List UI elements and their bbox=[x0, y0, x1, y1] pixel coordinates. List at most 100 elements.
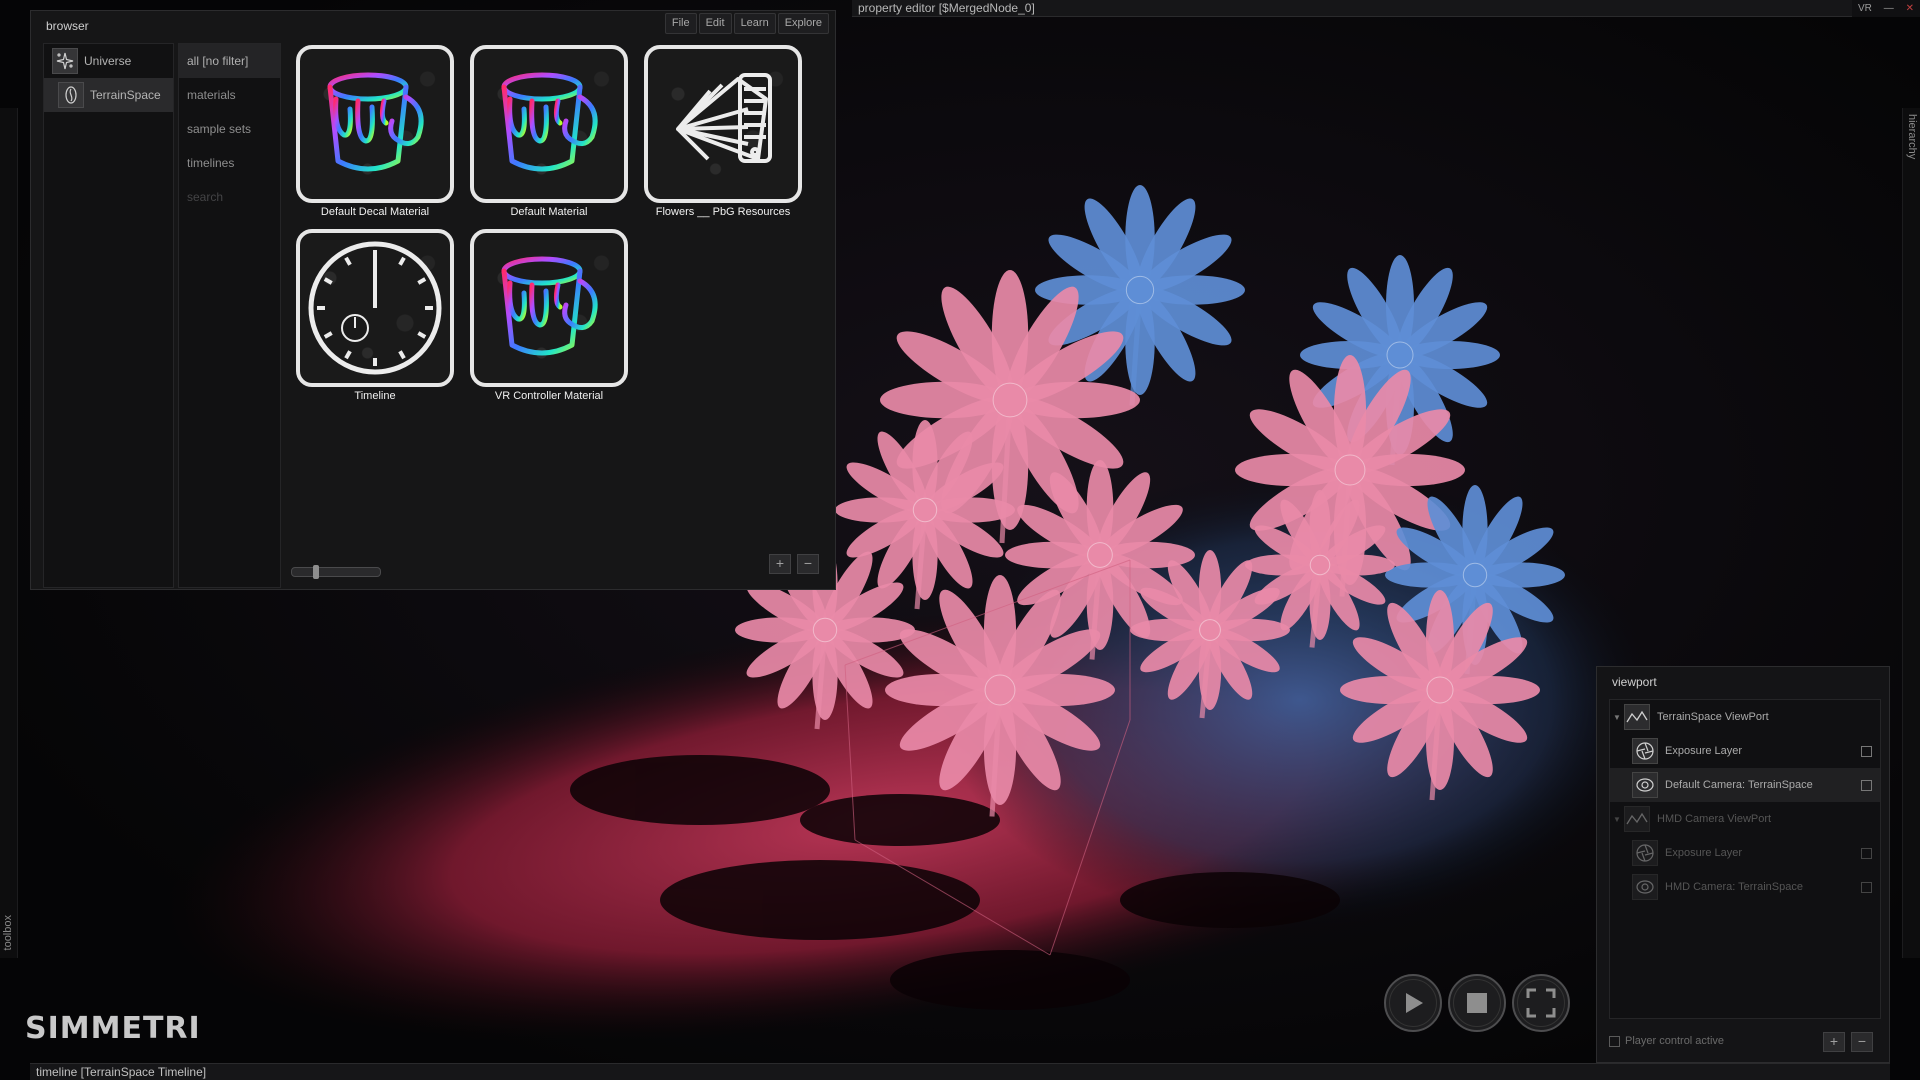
browser-panel: browser File Edit Learn Explore Universe… bbox=[30, 10, 836, 590]
visibility-toggle[interactable] bbox=[1861, 847, 1872, 859]
flower-shadow bbox=[890, 950, 1130, 1010]
menu-learn[interactable]: Learn bbox=[733, 13, 776, 34]
filter-sample-sets[interactable]: sample sets bbox=[179, 112, 280, 146]
stop-icon bbox=[1467, 993, 1487, 1013]
search-input[interactable]: search bbox=[179, 180, 280, 214]
filter-all[interactable]: all [no filter] bbox=[179, 44, 280, 78]
terrain-space-icon bbox=[58, 82, 84, 108]
play-button[interactable] bbox=[1384, 974, 1442, 1032]
flower-shadow bbox=[570, 755, 830, 825]
viewport-item-hmd-camera-viewport[interactable]: ▼ HMD Camera ViewPort bbox=[1610, 802, 1880, 836]
paint-bucket-icon bbox=[470, 45, 628, 203]
browser-title: browser bbox=[46, 19, 89, 33]
toolbox-label: toolbox bbox=[2, 914, 14, 950]
asset-label: Timeline bbox=[354, 390, 396, 402]
flower-shadow bbox=[660, 860, 980, 940]
viewport-remove-button[interactable]: − bbox=[1851, 1032, 1873, 1052]
asset-label: Default Material bbox=[510, 206, 588, 218]
paint-bucket-icon bbox=[470, 229, 628, 387]
clock-tick bbox=[344, 256, 352, 266]
asset-default-material[interactable]: Default Material bbox=[467, 45, 631, 229]
asset-flowers-pbg-resources[interactable]: Flowers __ PbG Resources bbox=[641, 45, 805, 229]
camera-icon bbox=[1632, 772, 1658, 798]
viewport-item-label: Exposure Layer bbox=[1665, 847, 1743, 859]
hierarchy-label: hierarchy bbox=[1906, 114, 1918, 160]
paint-bucket-icon bbox=[296, 45, 454, 203]
viewport-tree: ▼ TerrainSpace ViewPort Exposure Layer D… bbox=[1609, 699, 1881, 1019]
viewport-item-label: HMD Camera: TerrainSpace bbox=[1665, 881, 1803, 893]
asset-label: Flowers __ PbG Resources bbox=[655, 206, 791, 218]
clock-icon bbox=[296, 229, 454, 387]
asset-label: Default Decal Material bbox=[320, 206, 430, 218]
window-controls: VR — ✕ bbox=[1852, 0, 1920, 17]
play-icon bbox=[1406, 993, 1423, 1013]
universe-icon bbox=[52, 48, 78, 74]
filter-timelines[interactable]: timelines bbox=[179, 146, 280, 180]
viewport-item-hmd-exposure-layer[interactable]: Exposure Layer bbox=[1610, 836, 1880, 870]
menu-file[interactable]: File bbox=[664, 13, 697, 34]
property-editor-title: property editor [$MergedNode_0] bbox=[858, 1, 1035, 15]
viewport-item-terrainspace-viewport[interactable]: ▼ TerrainSpace ViewPort bbox=[1610, 700, 1880, 734]
expand-arrow-icon[interactable]: ▼ bbox=[1610, 815, 1624, 824]
asset-vr-controller-material[interactable]: VR Controller Material bbox=[467, 229, 631, 413]
visibility-toggle[interactable] bbox=[1861, 881, 1872, 893]
toolbox-strip[interactable]: toolbox bbox=[0, 108, 18, 958]
close-icon[interactable]: ✕ bbox=[1906, 3, 1914, 14]
aperture-icon bbox=[1632, 840, 1658, 866]
property-editor-bar[interactable]: property editor [$MergedNode_0] bbox=[852, 0, 1852, 17]
camera-icon bbox=[1632, 874, 1658, 900]
viewport-item-default-camera[interactable]: Default Camera: TerrainSpace bbox=[1610, 768, 1880, 802]
clock-tick bbox=[417, 331, 427, 339]
clock-tick bbox=[344, 350, 352, 360]
zoom-slider-knob[interactable] bbox=[312, 565, 319, 579]
timeline-bar[interactable]: timeline [TerrainSpace Timeline] bbox=[30, 1063, 1890, 1080]
flower-shadow bbox=[1120, 872, 1340, 928]
viewport-title: viewport bbox=[1612, 675, 1657, 689]
menu-edit[interactable]: Edit bbox=[698, 13, 732, 34]
viewport-item-label: Exposure Layer bbox=[1665, 745, 1743, 757]
swatch-fan-icon bbox=[644, 45, 802, 203]
clock-tick bbox=[398, 256, 406, 266]
viewport-icon bbox=[1624, 806, 1650, 832]
asset-default-decal-material[interactable]: Default Decal Material bbox=[293, 45, 457, 229]
space-item-universe[interactable]: Universe bbox=[44, 44, 173, 78]
simmetri-logo: SIMMETRI bbox=[25, 1011, 201, 1046]
viewport-item-exposure-layer[interactable]: Exposure Layer bbox=[1610, 734, 1880, 768]
aperture-icon bbox=[1632, 738, 1658, 764]
visibility-toggle[interactable] bbox=[1861, 779, 1872, 791]
player-control-checkbox[interactable]: Player control active bbox=[1609, 1035, 1724, 1047]
remove-button[interactable]: − bbox=[797, 554, 819, 574]
minimize-icon[interactable]: — bbox=[1884, 3, 1894, 14]
menu-explore[interactable]: Explore bbox=[777, 13, 829, 34]
stop-button[interactable] bbox=[1448, 974, 1506, 1032]
visibility-toggle[interactable] bbox=[1861, 745, 1872, 757]
asset-timeline[interactable]: Timeline bbox=[293, 229, 457, 413]
flower-shadow bbox=[800, 794, 1000, 846]
checkbox-icon bbox=[1609, 1035, 1620, 1047]
clock-tick bbox=[417, 277, 427, 285]
hierarchy-strip[interactable]: hierarchy bbox=[1902, 108, 1920, 958]
viewport-item-hmd-camera[interactable]: HMD Camera: TerrainSpace bbox=[1610, 870, 1880, 904]
add-button[interactable]: + bbox=[769, 554, 791, 574]
asset-grid: Default Decal Material Default Material bbox=[293, 45, 833, 415]
viewport-add-button[interactable]: + bbox=[1823, 1032, 1845, 1052]
vr-button[interactable]: VR bbox=[1858, 3, 1872, 14]
viewport-icon bbox=[1624, 704, 1650, 730]
zoom-slider[interactable] bbox=[291, 565, 381, 579]
viewport-panel: viewport ▼ TerrainSpace ViewPort Exposur… bbox=[1596, 666, 1890, 1063]
clock-tick bbox=[398, 350, 406, 360]
player-control-label: Player control active bbox=[1625, 1035, 1725, 1047]
space-list: Universe TerrainSpace bbox=[43, 43, 174, 588]
fullscreen-button[interactable] bbox=[1512, 974, 1570, 1032]
expand-arrow-icon[interactable]: ▼ bbox=[1610, 713, 1624, 722]
viewport-item-label: HMD Camera ViewPort bbox=[1657, 813, 1772, 825]
browser-menu: File Edit Learn Explore bbox=[664, 13, 829, 34]
space-item-label: Universe bbox=[84, 54, 132, 68]
clock-tick bbox=[323, 331, 333, 339]
clock-tick bbox=[323, 277, 333, 285]
filter-materials[interactable]: materials bbox=[179, 78, 280, 112]
space-item-terrainspace[interactable]: TerrainSpace bbox=[44, 78, 173, 112]
asset-label: VR Controller Material bbox=[494, 390, 604, 402]
viewport-item-label: Default Camera: TerrainSpace bbox=[1665, 779, 1813, 791]
viewport-item-label: TerrainSpace ViewPort bbox=[1657, 711, 1769, 723]
